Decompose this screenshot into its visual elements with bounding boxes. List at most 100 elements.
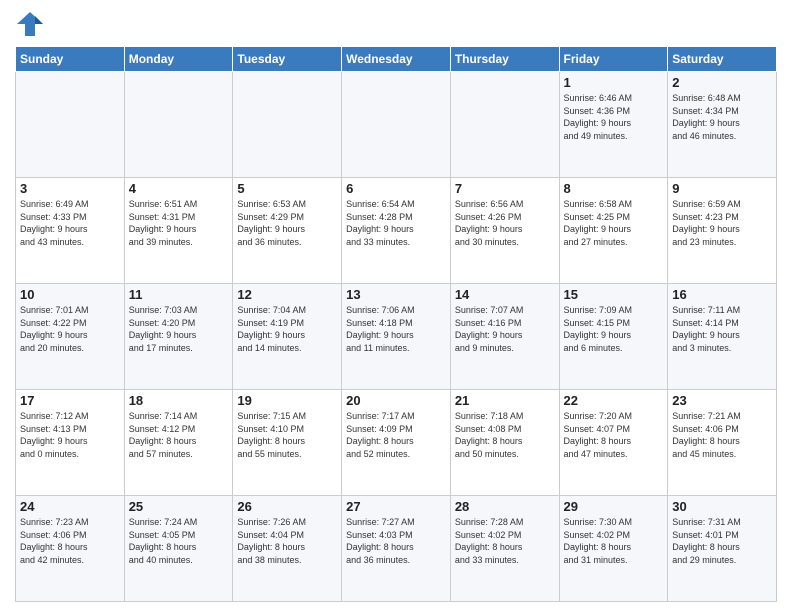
- day-number: 8: [564, 181, 664, 196]
- day-number: 14: [455, 287, 555, 302]
- day-cell: 18 Sunrise: 7:14 AM Sunset: 4:12 PM Dayli…: [124, 390, 233, 496]
- weekday-thursday: Thursday: [450, 47, 559, 72]
- day-info: Sunrise: 7:15 AM Sunset: 4:10 PM Dayligh…: [237, 410, 337, 460]
- day-number: 20: [346, 393, 446, 408]
- day-info: Sunrise: 6:48 AM Sunset: 4:34 PM Dayligh…: [672, 92, 772, 142]
- day-number: 17: [20, 393, 120, 408]
- day-cell: 21 Sunrise: 7:18 AM Sunset: 4:08 PM Dayli…: [450, 390, 559, 496]
- day-cell: 1 Sunrise: 6:46 AM Sunset: 4:36 PM Daylig…: [559, 72, 668, 178]
- day-cell: 3 Sunrise: 6:49 AM Sunset: 4:33 PM Daylig…: [16, 178, 125, 284]
- day-cell: 15 Sunrise: 7:09 AM Sunset: 4:15 PM Dayli…: [559, 284, 668, 390]
- day-cell: 16 Sunrise: 7:11 AM Sunset: 4:14 PM Dayli…: [668, 284, 777, 390]
- day-number: 15: [564, 287, 664, 302]
- day-cell: [450, 72, 559, 178]
- weekday-friday: Friday: [559, 47, 668, 72]
- day-info: Sunrise: 6:58 AM Sunset: 4:25 PM Dayligh…: [564, 198, 664, 248]
- day-info: Sunrise: 6:53 AM Sunset: 4:29 PM Dayligh…: [237, 198, 337, 248]
- day-number: 29: [564, 499, 664, 514]
- logo-icon: [15, 10, 45, 38]
- week-row-0: 1 Sunrise: 6:46 AM Sunset: 4:36 PM Daylig…: [16, 72, 777, 178]
- day-number: 26: [237, 499, 337, 514]
- day-number: 19: [237, 393, 337, 408]
- day-number: 23: [672, 393, 772, 408]
- calendar-table: SundayMondayTuesdayWednesdayThursdayFrid…: [15, 46, 777, 602]
- day-info: Sunrise: 7:14 AM Sunset: 4:12 PM Dayligh…: [129, 410, 229, 460]
- day-number: 2: [672, 75, 772, 90]
- day-info: Sunrise: 7:21 AM Sunset: 4:06 PM Dayligh…: [672, 410, 772, 460]
- day-info: Sunrise: 7:07 AM Sunset: 4:16 PM Dayligh…: [455, 304, 555, 354]
- day-cell: 29 Sunrise: 7:30 AM Sunset: 4:02 PM Dayli…: [559, 496, 668, 602]
- header: [15, 10, 777, 38]
- weekday-wednesday: Wednesday: [342, 47, 451, 72]
- day-info: Sunrise: 7:18 AM Sunset: 4:08 PM Dayligh…: [455, 410, 555, 460]
- day-info: Sunrise: 7:20 AM Sunset: 4:07 PM Dayligh…: [564, 410, 664, 460]
- day-number: 16: [672, 287, 772, 302]
- day-number: 11: [129, 287, 229, 302]
- day-cell: 2 Sunrise: 6:48 AM Sunset: 4:34 PM Daylig…: [668, 72, 777, 178]
- day-info: Sunrise: 7:23 AM Sunset: 4:06 PM Dayligh…: [20, 516, 120, 566]
- day-cell: 26 Sunrise: 7:26 AM Sunset: 4:04 PM Dayli…: [233, 496, 342, 602]
- day-number: 28: [455, 499, 555, 514]
- day-number: 27: [346, 499, 446, 514]
- day-info: Sunrise: 6:46 AM Sunset: 4:36 PM Dayligh…: [564, 92, 664, 142]
- page: SundayMondayTuesdayWednesdayThursdayFrid…: [0, 0, 792, 612]
- day-info: Sunrise: 7:26 AM Sunset: 4:04 PM Dayligh…: [237, 516, 337, 566]
- day-cell: 17 Sunrise: 7:12 AM Sunset: 4:13 PM Dayli…: [16, 390, 125, 496]
- day-number: 7: [455, 181, 555, 196]
- day-cell: 14 Sunrise: 7:07 AM Sunset: 4:16 PM Dayli…: [450, 284, 559, 390]
- day-number: 22: [564, 393, 664, 408]
- day-cell: 30 Sunrise: 7:31 AM Sunset: 4:01 PM Dayli…: [668, 496, 777, 602]
- day-cell: 5 Sunrise: 6:53 AM Sunset: 4:29 PM Daylig…: [233, 178, 342, 284]
- day-cell: 11 Sunrise: 7:03 AM Sunset: 4:20 PM Dayli…: [124, 284, 233, 390]
- day-info: Sunrise: 7:01 AM Sunset: 4:22 PM Dayligh…: [20, 304, 120, 354]
- weekday-header-row: SundayMondayTuesdayWednesdayThursdayFrid…: [16, 47, 777, 72]
- day-cell: 27 Sunrise: 7:27 AM Sunset: 4:03 PM Dayli…: [342, 496, 451, 602]
- day-number: 6: [346, 181, 446, 196]
- day-number: 18: [129, 393, 229, 408]
- day-number: 25: [129, 499, 229, 514]
- day-info: Sunrise: 7:30 AM Sunset: 4:02 PM Dayligh…: [564, 516, 664, 566]
- day-info: Sunrise: 6:59 AM Sunset: 4:23 PM Dayligh…: [672, 198, 772, 248]
- day-number: 24: [20, 499, 120, 514]
- day-cell: 7 Sunrise: 6:56 AM Sunset: 4:26 PM Daylig…: [450, 178, 559, 284]
- day-cell: 23 Sunrise: 7:21 AM Sunset: 4:06 PM Dayli…: [668, 390, 777, 496]
- day-info: Sunrise: 6:49 AM Sunset: 4:33 PM Dayligh…: [20, 198, 120, 248]
- day-info: Sunrise: 7:17 AM Sunset: 4:09 PM Dayligh…: [346, 410, 446, 460]
- day-number: 21: [455, 393, 555, 408]
- day-info: Sunrise: 7:12 AM Sunset: 4:13 PM Dayligh…: [20, 410, 120, 460]
- day-cell: 8 Sunrise: 6:58 AM Sunset: 4:25 PM Daylig…: [559, 178, 668, 284]
- day-info: Sunrise: 7:11 AM Sunset: 4:14 PM Dayligh…: [672, 304, 772, 354]
- day-cell: 9 Sunrise: 6:59 AM Sunset: 4:23 PM Daylig…: [668, 178, 777, 284]
- day-cell: [16, 72, 125, 178]
- day-info: Sunrise: 7:31 AM Sunset: 4:01 PM Dayligh…: [672, 516, 772, 566]
- weekday-saturday: Saturday: [668, 47, 777, 72]
- day-number: 1: [564, 75, 664, 90]
- week-row-2: 10Sunrise: 7:01 AM Sunset: 4:22 PM Dayli…: [16, 284, 777, 390]
- day-info: Sunrise: 6:54 AM Sunset: 4:28 PM Dayligh…: [346, 198, 446, 248]
- day-info: Sunrise: 6:56 AM Sunset: 4:26 PM Dayligh…: [455, 198, 555, 248]
- day-cell: 19 Sunrise: 7:15 AM Sunset: 4:10 PM Dayli…: [233, 390, 342, 496]
- day-number: 9: [672, 181, 772, 196]
- day-info: Sunrise: 7:09 AM Sunset: 4:15 PM Dayligh…: [564, 304, 664, 354]
- day-info: Sunrise: 7:06 AM Sunset: 4:18 PM Dayligh…: [346, 304, 446, 354]
- day-cell: 20 Sunrise: 7:17 AM Sunset: 4:09 PM Dayli…: [342, 390, 451, 496]
- week-row-4: 24 Sunrise: 7:23 AM Sunset: 4:06 PM Dayli…: [16, 496, 777, 602]
- week-row-1: 3 Sunrise: 6:49 AM Sunset: 4:33 PM Daylig…: [16, 178, 777, 284]
- day-info: Sunrise: 6:51 AM Sunset: 4:31 PM Dayligh…: [129, 198, 229, 248]
- day-info: Sunrise: 7:27 AM Sunset: 4:03 PM Dayligh…: [346, 516, 446, 566]
- day-cell: [124, 72, 233, 178]
- weekday-tuesday: Tuesday: [233, 47, 342, 72]
- weekday-sunday: Sunday: [16, 47, 125, 72]
- week-row-3: 17 Sunrise: 7:12 AM Sunset: 4:13 PM Dayli…: [16, 390, 777, 496]
- day-number: 30: [672, 499, 772, 514]
- day-number: 5: [237, 181, 337, 196]
- day-number: 3: [20, 181, 120, 196]
- day-cell: 24 Sunrise: 7:23 AM Sunset: 4:06 PM Dayli…: [16, 496, 125, 602]
- day-info: Sunrise: 7:24 AM Sunset: 4:05 PM Dayligh…: [129, 516, 229, 566]
- weekday-monday: Monday: [124, 47, 233, 72]
- day-cell: 25 Sunrise: 7:24 AM Sunset: 4:05 PM Dayli…: [124, 496, 233, 602]
- day-cell: [233, 72, 342, 178]
- day-info: Sunrise: 7:03 AM Sunset: 4:20 PM Dayligh…: [129, 304, 229, 354]
- day-cell: 13Sunrise: 7:06 AM Sunset: 4:18 PM Dayli…: [342, 284, 451, 390]
- day-number: 4: [129, 181, 229, 196]
